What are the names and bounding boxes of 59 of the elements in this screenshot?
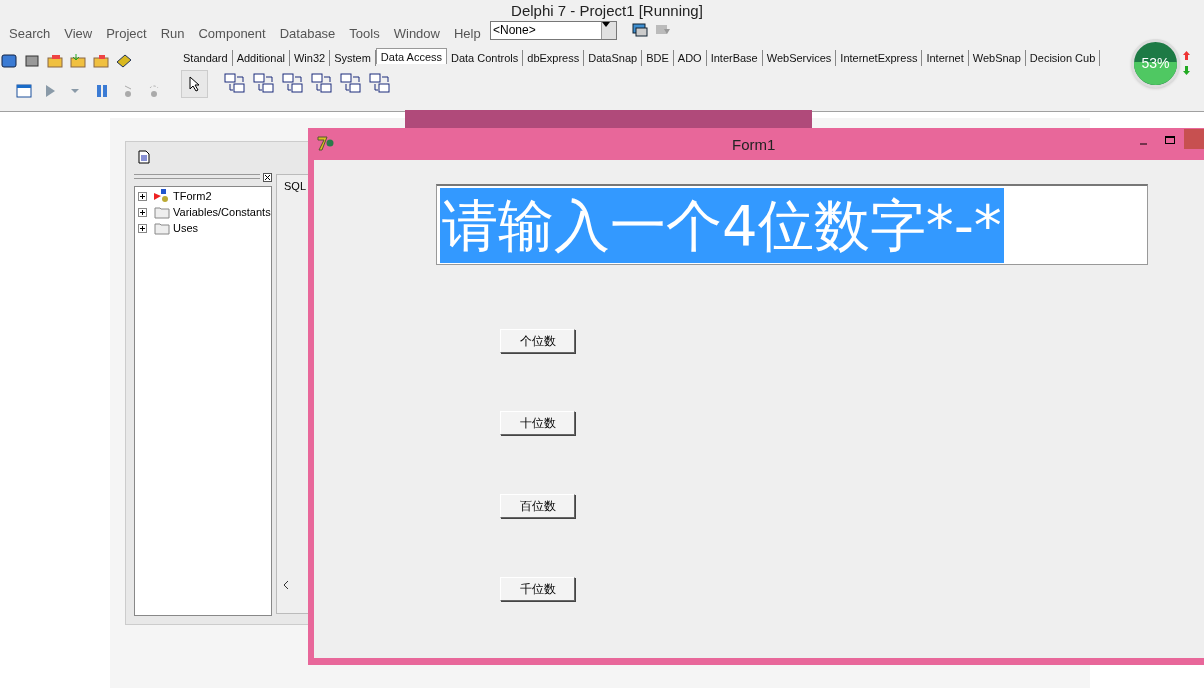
palette-tab[interactable]: System	[330, 50, 376, 66]
palette-tab[interactable]: WebSnap	[968, 50, 1026, 66]
folder-icon[interactable]	[92, 52, 110, 70]
palette-tab[interactable]: ADO	[673, 50, 707, 66]
window-title: Form1	[732, 135, 776, 155]
folder-icon	[154, 205, 170, 219]
tree-item[interactable]: TForm2	[173, 187, 212, 205]
tree-item[interactable]: Uses	[173, 219, 199, 237]
menu-item[interactable]: View	[57, 23, 100, 45]
digit-button[interactable]: 十位数	[500, 411, 575, 435]
palette-tab[interactable]: WebServices	[762, 50, 837, 66]
window-title: Delphi 7 - Project1 [Running]	[510, 1, 704, 21]
form-icon	[154, 189, 170, 203]
digit-button[interactable]: 百位数	[500, 494, 575, 518]
sql-tab[interactable]: SQL	[284, 178, 306, 195]
menu-item[interactable]: Project	[99, 23, 154, 45]
menu-item[interactable]: Window	[386, 23, 447, 45]
window-stack-icon[interactable]	[631, 21, 649, 39]
delphi-icon[interactable]	[317, 135, 335, 151]
palette-tab[interactable]: Win32	[290, 50, 331, 66]
palette-tab[interactable]: DataSnap	[584, 50, 643, 66]
meter-reading: 53%	[1140, 54, 1171, 73]
pointer-icon[interactable]	[181, 70, 208, 98]
digit-button[interactable]: 千位数	[500, 577, 575, 601]
expand-toggle[interactable]	[138, 223, 147, 233]
expand-toggle[interactable]	[138, 207, 147, 217]
menu-item[interactable]: Help	[446, 23, 488, 45]
palette-tab[interactable]: Data Controls	[447, 50, 524, 66]
menu-item[interactable]: Component	[191, 23, 273, 45]
expand-toggle[interactable]	[138, 191, 147, 201]
palette-tab[interactable]: BDE	[642, 50, 674, 66]
palette-tab[interactable]: InternetExpress	[836, 50, 923, 66]
window-icon[interactable]	[15, 82, 33, 100]
palette-tab[interactable]: dbExpress	[523, 50, 585, 66]
palette-tab[interactable]: Additional	[232, 50, 290, 66]
palette-tab[interactable]: Decision Cub	[1025, 50, 1101, 66]
document-icon[interactable]	[138, 150, 150, 164]
folder-icon[interactable]	[46, 52, 64, 70]
combo-box[interactable]: <None>	[490, 21, 617, 40]
tree-item[interactable]: Variables/Constants	[173, 203, 271, 221]
stack-icon[interactable]	[23, 52, 41, 70]
input-text: 请输入一个4位数字*-*	[440, 188, 1004, 263]
folder-icon[interactable]	[69, 52, 87, 70]
palette-tab[interactable]: Standard	[179, 50, 233, 66]
menu-item[interactable]: Database	[272, 23, 343, 45]
book-icon[interactable]	[115, 52, 133, 70]
menu-item[interactable]: Search	[2, 23, 58, 45]
save-icon[interactable]	[0, 52, 18, 70]
upload-arrow-icon[interactable]	[1183, 51, 1190, 60]
folder-icon	[154, 221, 170, 235]
menu-item[interactable]: Run	[153, 23, 192, 45]
maximize-icon[interactable]	[1165, 136, 1175, 145]
palette-tab[interactable]: InterBase	[706, 50, 763, 66]
digit-button[interactable]: 个位数	[500, 329, 575, 353]
menu-item[interactable]: Tools	[342, 23, 387, 45]
palette-tab[interactable]: Internet	[922, 50, 969, 66]
scroll-left-icon[interactable]	[283, 581, 289, 589]
palette-tab[interactable]: Data Access	[375, 48, 447, 64]
download-arrow-icon[interactable]	[1183, 66, 1190, 75]
